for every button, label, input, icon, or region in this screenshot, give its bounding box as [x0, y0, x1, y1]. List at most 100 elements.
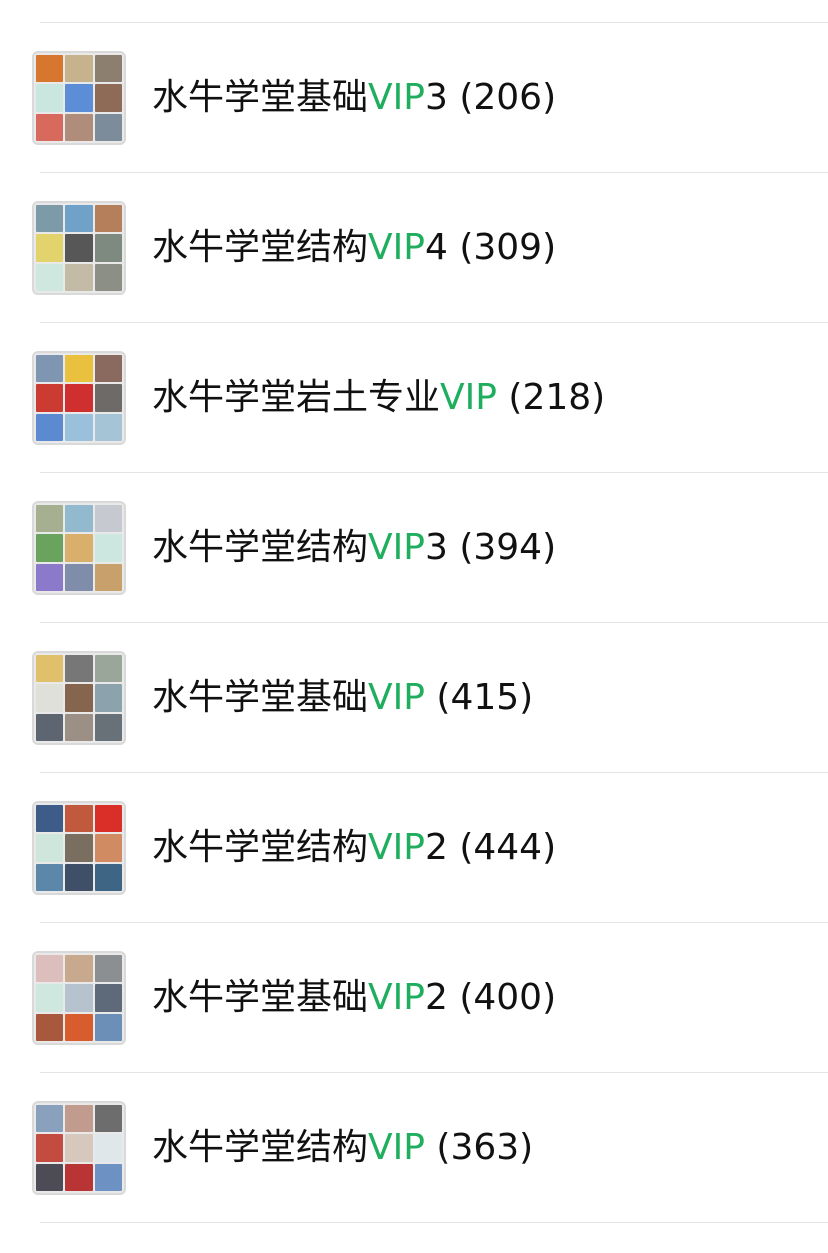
group-name-prefix: 水牛学堂岩土专业 [152, 377, 441, 418]
avatar-tile [36, 805, 64, 833]
avatar-tile [36, 655, 64, 683]
group-name-suffix: (218) [496, 377, 606, 418]
avatar-tile [36, 355, 64, 383]
group-chat-name: 水牛学堂基础VIP2 (400) [152, 975, 556, 1021]
avatar-tile [65, 205, 93, 233]
avatar-tile [94, 955, 122, 983]
avatar-tile [36, 384, 64, 412]
group-name-suffix: 4 (309) [424, 227, 557, 268]
group-chat-item[interactable]: 水牛学堂基础VIP2 (400) [32, 923, 828, 1073]
group-avatar [32, 801, 126, 895]
group-chat-item[interactable]: 水牛学堂结构VIP4 (309) [32, 173, 828, 323]
vip-label: VIP [368, 1127, 425, 1168]
group-name-suffix: 3 (394) [424, 527, 557, 568]
avatar-tile [94, 1134, 122, 1162]
avatar-tile [65, 55, 93, 83]
group-name-suffix: (415) [424, 677, 534, 718]
avatar-tile [65, 805, 93, 833]
group-name-prefix: 水牛学堂结构 [152, 827, 369, 868]
group-avatar [32, 501, 126, 595]
group-name-prefix: 水牛学堂结构 [152, 1127, 369, 1168]
avatar-tile [94, 713, 122, 741]
avatar-tile [65, 684, 93, 712]
avatar-tile [65, 563, 93, 591]
avatar-tile [36, 713, 64, 741]
avatar-tile [36, 563, 64, 591]
vip-label: VIP [440, 377, 497, 418]
group-name-suffix: 2 (444) [424, 827, 557, 868]
avatar-tile [94, 55, 122, 83]
avatar-tile [36, 1013, 64, 1041]
avatar-tile [94, 563, 122, 591]
group-name-suffix: 2 (400) [424, 977, 557, 1018]
avatar-tile [36, 413, 64, 441]
avatar-tile [94, 505, 122, 533]
avatar-tile [36, 263, 64, 291]
group-avatar [32, 651, 126, 745]
group-name-suffix: (363) [424, 1127, 534, 1168]
avatar-tile [94, 113, 122, 141]
avatar-tile [65, 984, 93, 1012]
avatar-tile [36, 505, 64, 533]
avatar-tile [36, 955, 64, 983]
group-chat-name: 水牛学堂基础VIP3 (206) [152, 75, 556, 121]
avatar-tile [65, 384, 93, 412]
avatar-tile [36, 113, 64, 141]
avatar-tile [94, 205, 122, 233]
avatar-tile [65, 713, 93, 741]
avatar-tile [65, 413, 93, 441]
avatar-tile [36, 684, 64, 712]
group-name-prefix: 水牛学堂基础 [152, 977, 369, 1018]
avatar-tile [65, 263, 93, 291]
avatar-tile [36, 834, 64, 862]
avatar-tile [65, 1105, 93, 1133]
group-name-prefix: 水牛学堂基础 [152, 77, 369, 118]
vip-label: VIP [368, 677, 425, 718]
avatar-tile [65, 863, 93, 891]
avatar-tile [94, 805, 122, 833]
group-chat-name: 水牛学堂结构VIP4 (309) [152, 225, 556, 271]
group-chat-item[interactable]: 水牛学堂基础VIP (415) [32, 623, 828, 773]
avatar-tile [94, 534, 122, 562]
avatar-tile [65, 1134, 93, 1162]
avatar-tile [94, 834, 122, 862]
avatar-tile [65, 113, 93, 141]
avatar-tile [94, 234, 122, 262]
group-chat-item[interactable]: 水牛学堂岩土专业VIP (218) [32, 323, 828, 473]
avatar-tile [94, 1105, 122, 1133]
vip-label: VIP [368, 77, 425, 118]
avatar-tile [65, 1163, 93, 1191]
vip-label: VIP [368, 227, 425, 268]
vip-label: VIP [368, 527, 425, 568]
group-avatar [32, 1101, 126, 1195]
avatar-tile [65, 1013, 93, 1041]
avatar-tile [94, 984, 122, 1012]
group-chat-item[interactable]: 水牛学堂基础VIP3 (206) [32, 23, 828, 173]
avatar-tile [65, 234, 93, 262]
group-name-prefix: 水牛学堂结构 [152, 227, 369, 268]
avatar-tile [36, 55, 64, 83]
avatar-tile [36, 1134, 64, 1162]
group-avatar [32, 351, 126, 445]
avatar-tile [65, 355, 93, 383]
group-chat-list[interactable]: 水牛学堂基础VIP3 (206) 水牛学堂结构VIP4 (309) 水牛学堂岩土… [0, 23, 828, 1223]
group-chat-item[interactable]: 水牛学堂结构VIP (363) [32, 1073, 828, 1223]
group-chat-item[interactable]: 水牛学堂结构VIP2 (444) [32, 773, 828, 923]
avatar-tile [65, 834, 93, 862]
avatar-tile [65, 505, 93, 533]
avatar-tile [94, 1163, 122, 1191]
avatar-tile [65, 955, 93, 983]
avatar-tile [94, 863, 122, 891]
avatar-tile [65, 655, 93, 683]
group-avatar [32, 201, 126, 295]
avatar-tile [94, 84, 122, 112]
avatar-tile [36, 205, 64, 233]
avatar-tile [65, 534, 93, 562]
group-chat-item[interactable]: 水牛学堂结构VIP3 (394) [32, 473, 828, 623]
group-chat-name: 水牛学堂基础VIP (415) [152, 675, 533, 721]
group-avatar [32, 951, 126, 1045]
avatar-tile [65, 84, 93, 112]
avatar-tile [94, 684, 122, 712]
avatar-tile [36, 534, 64, 562]
group-name-suffix: 3 (206) [424, 77, 557, 118]
